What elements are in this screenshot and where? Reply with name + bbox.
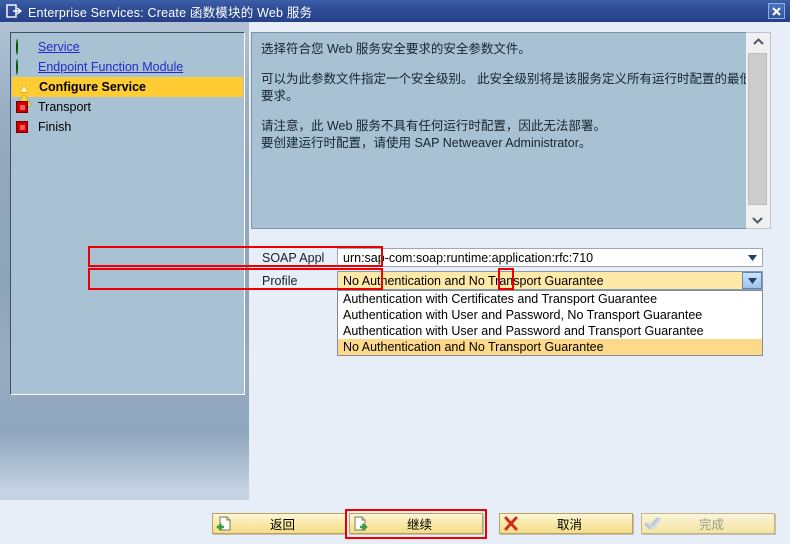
list-item[interactable]: Authentication with User and Password an… bbox=[338, 323, 762, 339]
configuration-form: SOAP Appl urn:sap-com:soap:runtime:appli… bbox=[249, 247, 790, 293]
wizard-step-list: Service Endpoint Function Module Configu… bbox=[10, 32, 245, 395]
description-panel: 选择符合您 Web 服务安全要求的安全参数文件。 可以为此参数文件指定一个安全级… bbox=[251, 32, 771, 229]
red-square-icon bbox=[16, 120, 30, 134]
wizard-sidebar: Service Endpoint Function Module Configu… bbox=[0, 22, 249, 500]
list-item[interactable]: Authentication with User and Password, N… bbox=[338, 307, 762, 323]
chevron-up-icon[interactable] bbox=[746, 33, 770, 50]
window-titlebar: Enterprise Services: Create 函数模块的 Web 服务 bbox=[0, 0, 790, 23]
cancel-button-label: 取消 bbox=[556, 518, 582, 532]
continue-button[interactable]: 继续 bbox=[349, 513, 483, 534]
sidebar-item-label: Endpoint Function Module bbox=[38, 60, 184, 74]
red-square-icon bbox=[16, 100, 30, 114]
cancel-button[interactable]: 取消 bbox=[499, 513, 633, 534]
sidebar-item-finish[interactable]: Finish bbox=[11, 117, 244, 137]
yellow-triangle-icon bbox=[17, 80, 31, 106]
form-row-soap-appl: SOAP Appl urn:sap-com:soap:runtime:appli… bbox=[249, 247, 790, 268]
green-circle-icon bbox=[16, 59, 30, 75]
soap-appl-label: SOAP Appl bbox=[262, 250, 325, 265]
arrow-left-page-icon bbox=[216, 516, 232, 531]
description-paragraph: 选择符合您 Web 服务安全要求的安全参数文件。 bbox=[261, 42, 531, 56]
arrow-right-page-icon bbox=[353, 516, 369, 531]
sidebar-item-label: Service bbox=[38, 40, 80, 54]
sidebar-item-label: Finish bbox=[38, 120, 72, 134]
close-icon[interactable] bbox=[768, 3, 785, 19]
sidebar-item-service[interactable]: Service bbox=[11, 37, 244, 57]
sidebar-item-configure-service[interactable]: Configure Service bbox=[12, 77, 243, 106]
red-x-icon bbox=[503, 516, 519, 531]
chevron-down-icon[interactable] bbox=[743, 250, 761, 265]
window-body: Service Endpoint Function Module Configu… bbox=[0, 22, 790, 500]
description-scrollbar[interactable] bbox=[746, 32, 771, 229]
sidebar-item-label: Configure Service bbox=[39, 80, 146, 94]
checkmark-icon bbox=[644, 516, 662, 531]
finish-button: 完成 bbox=[641, 513, 775, 534]
soap-appl-dropdown[interactable]: urn:sap-com:soap:runtime:application:rfc… bbox=[337, 248, 763, 267]
profile-dropdown[interactable]: No Authentication and No Transport Guara… bbox=[337, 271, 763, 290]
document-arrow-icon bbox=[6, 4, 23, 18]
list-item[interactable]: Authentication with Certificates and Tra… bbox=[338, 291, 762, 307]
profile-label: Profile bbox=[262, 273, 298, 288]
description-paragraph: 请注意，此 Web 服务不具有任何运行时配置，因此无法部署。 bbox=[261, 119, 606, 133]
finish-button-label: 完成 bbox=[698, 518, 724, 532]
profile-value: No Authentication and No Transport Guara… bbox=[343, 273, 604, 288]
continue-button-label: 继续 bbox=[406, 518, 432, 532]
main-content: 选择符合您 Web 服务安全要求的安全参数文件。 可以为此参数文件指定一个安全级… bbox=[249, 22, 790, 500]
chevron-down-icon[interactable] bbox=[746, 211, 769, 228]
soap-appl-value: urn:sap-com:soap:runtime:application:rfc… bbox=[343, 250, 594, 265]
green-circle-icon bbox=[16, 39, 30, 55]
dialog-footer: 返回 继续 取消 完成 bbox=[0, 500, 790, 544]
sidebar-item-endpoint-function-module[interactable]: Endpoint Function Module bbox=[11, 57, 244, 77]
chevron-down-icon[interactable] bbox=[742, 272, 762, 289]
description-paragraph: 可以为此参数文件指定一个安全级别。 此安全级别将是该服务定义所有运行时配置的最低… bbox=[261, 72, 752, 103]
sidebar-item-label: Transport bbox=[38, 100, 92, 114]
list-item[interactable]: No Authentication and No Transport Guara… bbox=[338, 339, 762, 355]
back-button[interactable]: 返回 bbox=[212, 513, 346, 534]
profile-options-list[interactable]: Authentication with Certificates and Tra… bbox=[337, 290, 763, 356]
sidebar-item-transport[interactable]: Transport bbox=[11, 97, 244, 117]
scrollbar-thumb[interactable] bbox=[748, 53, 767, 205]
description-paragraph: 要创建运行时配置，请使用 SAP Netweaver Administrator… bbox=[261, 136, 592, 150]
back-button-label: 返回 bbox=[269, 518, 295, 532]
window-title: Enterprise Services: Create 函数模块的 Web 服务 bbox=[28, 5, 313, 20]
form-row-profile: Profile No Authentication and No Transpo… bbox=[249, 270, 790, 291]
